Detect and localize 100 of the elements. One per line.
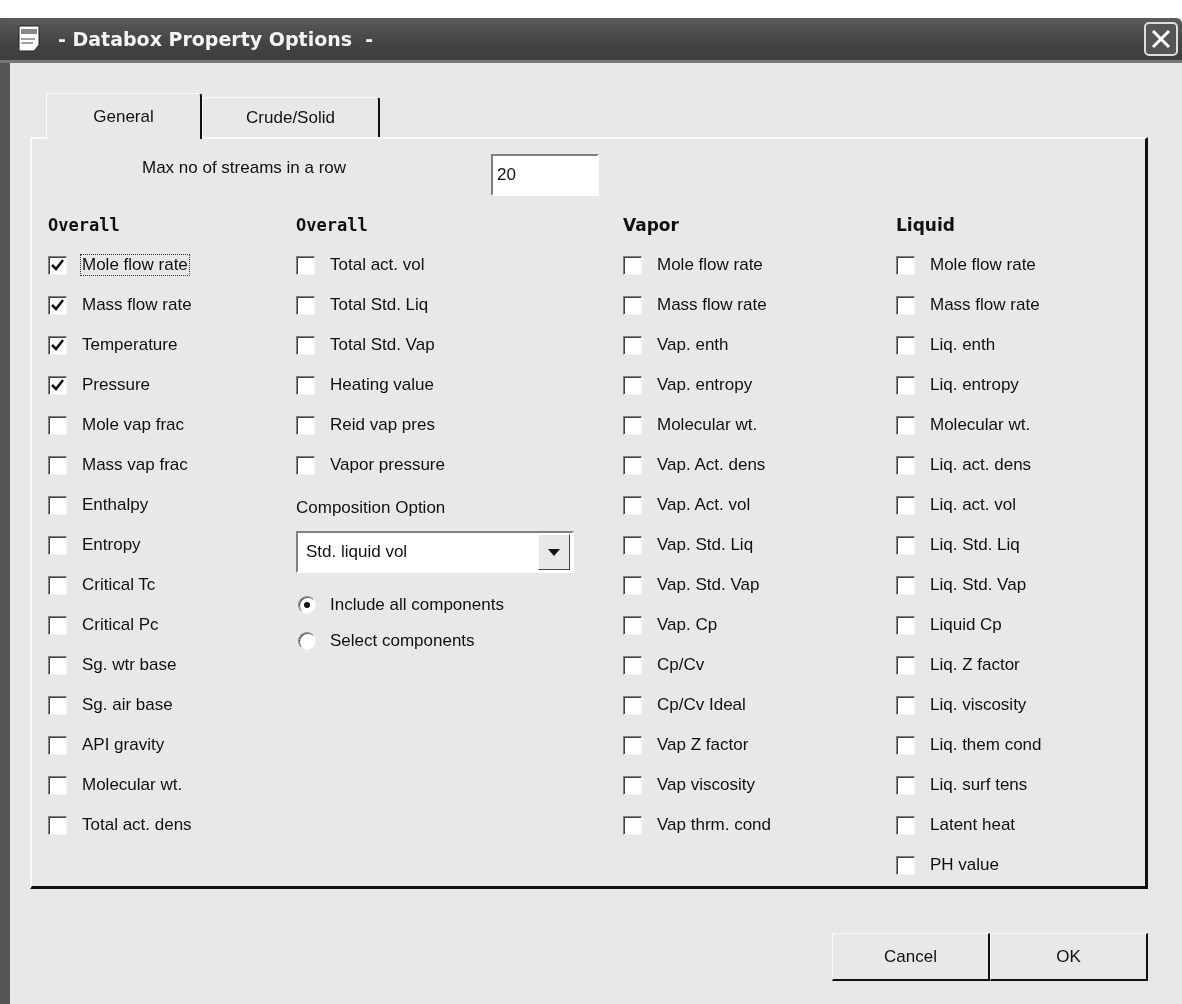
checkbox-label[interactable]: Total Std. Liq	[328, 294, 431, 316]
checkbox-label[interactable]: Liq. them cond	[928, 734, 1044, 756]
checkbox[interactable]	[896, 455, 915, 475]
checkbox[interactable]	[623, 735, 642, 755]
checkbox-label[interactable]: Temperature	[80, 334, 180, 356]
checkbox-label[interactable]: Liq. act. dens	[928, 454, 1034, 476]
input-field[interactable]: 20	[491, 154, 599, 196]
checkbox-label[interactable]: Heating value	[328, 374, 436, 396]
checkbox[interactable]	[896, 855, 915, 875]
checkbox-label[interactable]: Liquid Cp	[928, 614, 1004, 636]
checkbox-label[interactable]: Vap. Std. Liq	[655, 534, 756, 556]
checkbox-label[interactable]: Vap Z factor	[655, 734, 751, 756]
checkbox-label[interactable]: Liq. entropy	[928, 374, 1021, 396]
checkbox[interactable]	[896, 335, 915, 355]
checkbox[interactable]	[896, 775, 915, 795]
checkbox-label[interactable]: Pressure	[80, 374, 153, 396]
checkbox[interactable]	[296, 255, 315, 275]
checkbox[interactable]	[896, 415, 915, 435]
checkbox[interactable]	[296, 295, 315, 315]
checkbox-label[interactable]: Cp/Cv	[655, 654, 707, 676]
checkbox[interactable]	[48, 575, 67, 595]
checkbox-label[interactable]: Liq. Std. Vap	[928, 574, 1029, 596]
checkbox[interactable]	[48, 815, 67, 835]
checkbox[interactable]	[623, 455, 642, 475]
checkbox-label[interactable]: Mass vap frac	[80, 454, 190, 476]
checkbox-label[interactable]: Molecular wt.	[655, 414, 760, 436]
checkbox-label[interactable]: Vap. Act. dens	[655, 454, 768, 476]
checkbox-label[interactable]: Vap viscosity	[655, 774, 757, 796]
checkbox[interactable]	[896, 695, 915, 715]
checkbox[interactable]	[623, 815, 642, 835]
checkbox[interactable]	[48, 775, 67, 795]
dropdown[interactable]: Std. liquid vol	[296, 531, 574, 573]
checkbox[interactable]	[48, 535, 67, 555]
checkbox[interactable]	[896, 615, 915, 635]
checkbox-label[interactable]: Total act. dens	[80, 814, 194, 836]
checkbox[interactable]	[48, 255, 67, 275]
checkbox-label[interactable]: Liq. Z factor	[928, 654, 1022, 676]
checkbox-label[interactable]: Liq. viscosity	[928, 694, 1029, 716]
checkbox[interactable]	[623, 575, 642, 595]
checkbox-label[interactable]: Mole flow rate	[655, 254, 765, 276]
checkbox[interactable]	[896, 815, 915, 835]
checkbox-label[interactable]: Liq. enth	[928, 334, 998, 356]
tab[interactable]: General	[46, 93, 202, 139]
checkbox-label[interactable]: Mole flow rate	[928, 254, 1038, 276]
checkbox[interactable]	[48, 295, 67, 315]
radio-label[interactable]: Include all components	[330, 595, 504, 615]
checkbox[interactable]	[896, 575, 915, 595]
checkbox-label[interactable]: Vap. enth	[655, 334, 731, 356]
checkbox-label[interactable]: Molecular wt.	[80, 774, 185, 796]
checkbox-label[interactable]: Mole flow rate	[80, 254, 190, 276]
checkbox-label[interactable]: Critical Pc	[80, 614, 161, 636]
checkbox[interactable]	[896, 535, 915, 555]
checkbox[interactable]	[623, 495, 642, 515]
checkbox[interactable]	[623, 535, 642, 555]
checkbox[interactable]	[896, 495, 915, 515]
checkbox[interactable]	[48, 695, 67, 715]
checkbox[interactable]	[48, 615, 67, 635]
checkbox[interactable]	[896, 655, 915, 675]
checkbox-label[interactable]: Liq. Std. Liq	[928, 534, 1022, 556]
checkbox-label[interactable]: Vap. Cp	[655, 614, 720, 636]
checkbox[interactable]	[896, 735, 915, 755]
checkbox-label[interactable]: Mass flow rate	[655, 294, 769, 316]
checkbox[interactable]	[896, 255, 915, 275]
checkbox-label[interactable]: Vap. entropy	[655, 374, 755, 396]
checkbox[interactable]	[296, 375, 315, 395]
checkbox-label[interactable]: Total Std. Vap	[328, 334, 437, 356]
checkbox[interactable]	[623, 655, 642, 675]
radio-button[interactable]	[298, 632, 316, 650]
checkbox-label[interactable]: Liq. surf tens	[928, 774, 1030, 796]
checkbox[interactable]	[48, 455, 67, 475]
checkbox-label[interactable]: Entropy	[80, 534, 143, 556]
checkbox-label[interactable]: PH value	[928, 854, 1001, 876]
radio-button[interactable]	[298, 596, 316, 614]
checkbox-label[interactable]: Cp/Cv Ideal	[655, 694, 748, 716]
checkbox-label[interactable]: Molecular wt.	[928, 414, 1033, 436]
checkbox[interactable]	[48, 375, 67, 395]
checkbox-label[interactable]: Vapor pressure	[328, 454, 447, 476]
checkbox[interactable]	[896, 375, 915, 395]
checkbox[interactable]	[623, 775, 642, 795]
checkbox-label[interactable]: Mass flow rate	[928, 294, 1042, 316]
checkbox[interactable]	[48, 495, 67, 515]
checkbox[interactable]	[623, 375, 642, 395]
close-button[interactable]	[1144, 22, 1178, 56]
checkbox-label[interactable]: Mole vap frac	[80, 414, 187, 436]
radio-label[interactable]: Select components	[330, 631, 475, 651]
checkbox[interactable]	[623, 415, 642, 435]
checkbox-label[interactable]: Critical Tc	[80, 574, 158, 596]
checkbox-label[interactable]: Sg. air base	[80, 694, 175, 716]
checkbox[interactable]	[48, 655, 67, 675]
checkbox-label[interactable]: Enthalpy	[80, 494, 151, 516]
checkbox[interactable]	[623, 295, 642, 315]
dialog-button[interactable]: OK	[990, 933, 1148, 981]
tab[interactable]: Crude/Solid	[202, 97, 380, 137]
checkbox-label[interactable]: Sg. wtr base	[80, 654, 179, 676]
checkbox-label[interactable]: Reid vap pres	[328, 414, 437, 436]
checkbox[interactable]	[896, 295, 915, 315]
checkbox[interactable]	[296, 415, 315, 435]
checkbox-label[interactable]: Liq. act. vol	[928, 494, 1018, 516]
checkbox[interactable]	[48, 415, 67, 435]
checkbox-label[interactable]: API gravity	[80, 734, 167, 756]
